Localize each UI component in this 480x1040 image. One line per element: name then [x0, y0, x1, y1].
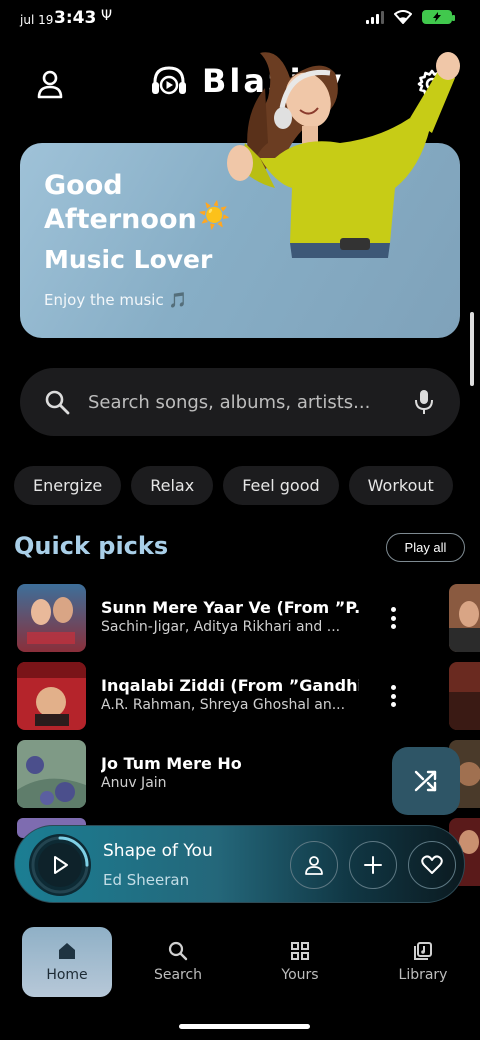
library-icon: [414, 942, 432, 960]
more-options-icon[interactable]: [383, 604, 403, 632]
nav-home[interactable]: Home: [22, 927, 112, 997]
nav-label: Home: [46, 967, 88, 983]
greeting-banner: Good Afternoon ☀️ Music Lover Enjoy the …: [20, 52, 460, 338]
plus-icon: [364, 856, 382, 874]
song-artist: Sachin-Jigar, Aditya Rikhari and ...: [101, 619, 341, 635]
list-item[interactable]: Inqalabi Ziddi (From ”Gandhi... A.R. Rah…: [17, 662, 417, 730]
headphones-play-icon: [152, 66, 186, 95]
more-options-icon[interactable]: [383, 682, 403, 710]
now-playing-artist: Ed Sheeran: [103, 871, 190, 889]
scrollbar[interactable]: [470, 312, 474, 386]
song-artist: Anuv Jain: [101, 775, 167, 791]
grid-icon: [291, 942, 309, 960]
shuffle-icon: [414, 770, 437, 792]
mood-chips: Energize Relax Feel good Workout: [14, 466, 453, 505]
section-title-quick-picks: Quick picks: [14, 532, 169, 560]
chip-workout[interactable]: Workout: [348, 466, 453, 505]
mini-player[interactable]: Shape of You Ed Sheeran: [14, 825, 465, 903]
progress-ring: [31, 836, 89, 894]
play-all-button[interactable]: Play all: [386, 533, 465, 562]
album-art-next-column[interactable]: [449, 584, 480, 652]
nav-library[interactable]: Library: [378, 927, 468, 997]
list-item[interactable]: Sunn Mere Yaar Ve (From ”P... Sachin-Jig…: [17, 584, 417, 652]
banner-girl-image: [227, 52, 460, 258]
search-bar[interactable]: [20, 368, 460, 436]
status-bar: jul 19 3:43 Ψ: [0, 0, 480, 36]
shuffle-button[interactable]: [392, 747, 460, 815]
wifi-icon: [394, 10, 412, 24]
like-button[interactable]: [408, 841, 456, 889]
greeting-subtitle: Music Lover: [44, 245, 213, 274]
search-icon: [45, 390, 70, 415]
now-playing-title: Shape of You: [103, 841, 213, 861]
nav-label: Search: [153, 967, 203, 983]
add-to-playlist-button[interactable]: [349, 841, 397, 889]
home-icon: [59, 943, 75, 959]
status-date: jul 19: [20, 13, 54, 27]
nav-label: Yours: [281, 967, 319, 983]
heart-icon: [421, 855, 443, 874]
microphone-icon[interactable]: [412, 388, 436, 416]
song-title: Inqalabi Ziddi (From ”Gandhi...: [101, 676, 359, 695]
album-art-next-column[interactable]: [449, 662, 480, 730]
chip-energize[interactable]: Energize: [14, 466, 122, 505]
home-indicator[interactable]: [179, 1024, 310, 1029]
album-art: [17, 662, 86, 730]
artist-button[interactable]: [290, 841, 338, 889]
album-art: [17, 740, 86, 808]
nav-yours[interactable]: Yours: [255, 927, 345, 997]
song-artist: A.R. Rahman, Shreya Ghoshal an...: [101, 697, 346, 713]
nav-search[interactable]: Search: [133, 927, 223, 997]
chip-feel-good[interactable]: Feel good: [223, 466, 339, 505]
song-title: Jo Tum Mere Ho: [101, 754, 242, 773]
signal-icon: [366, 10, 384, 24]
bottom-navigation: Home Search Yours Library: [0, 920, 480, 1040]
list-item[interactable]: Jo Tum Mere Ho Anuv Jain: [17, 740, 417, 808]
album-art: [17, 584, 86, 652]
user-icon: [305, 856, 323, 875]
search-input[interactable]: [88, 391, 398, 413]
usb-icon: Ψ: [101, 8, 113, 24]
search-icon: [168, 941, 188, 961]
battery-icon: [422, 10, 455, 24]
song-title: Sunn Mere Yaar Ve (From ”P...: [101, 598, 359, 617]
status-time: 3:43: [54, 8, 97, 28]
chip-relax[interactable]: Relax: [131, 466, 214, 505]
banner-tagline: Enjoy the music 🎵: [44, 291, 188, 309]
user-icon[interactable]: [34, 68, 66, 100]
nav-label: Library: [398, 967, 448, 983]
now-playing-disc[interactable]: [29, 834, 91, 896]
